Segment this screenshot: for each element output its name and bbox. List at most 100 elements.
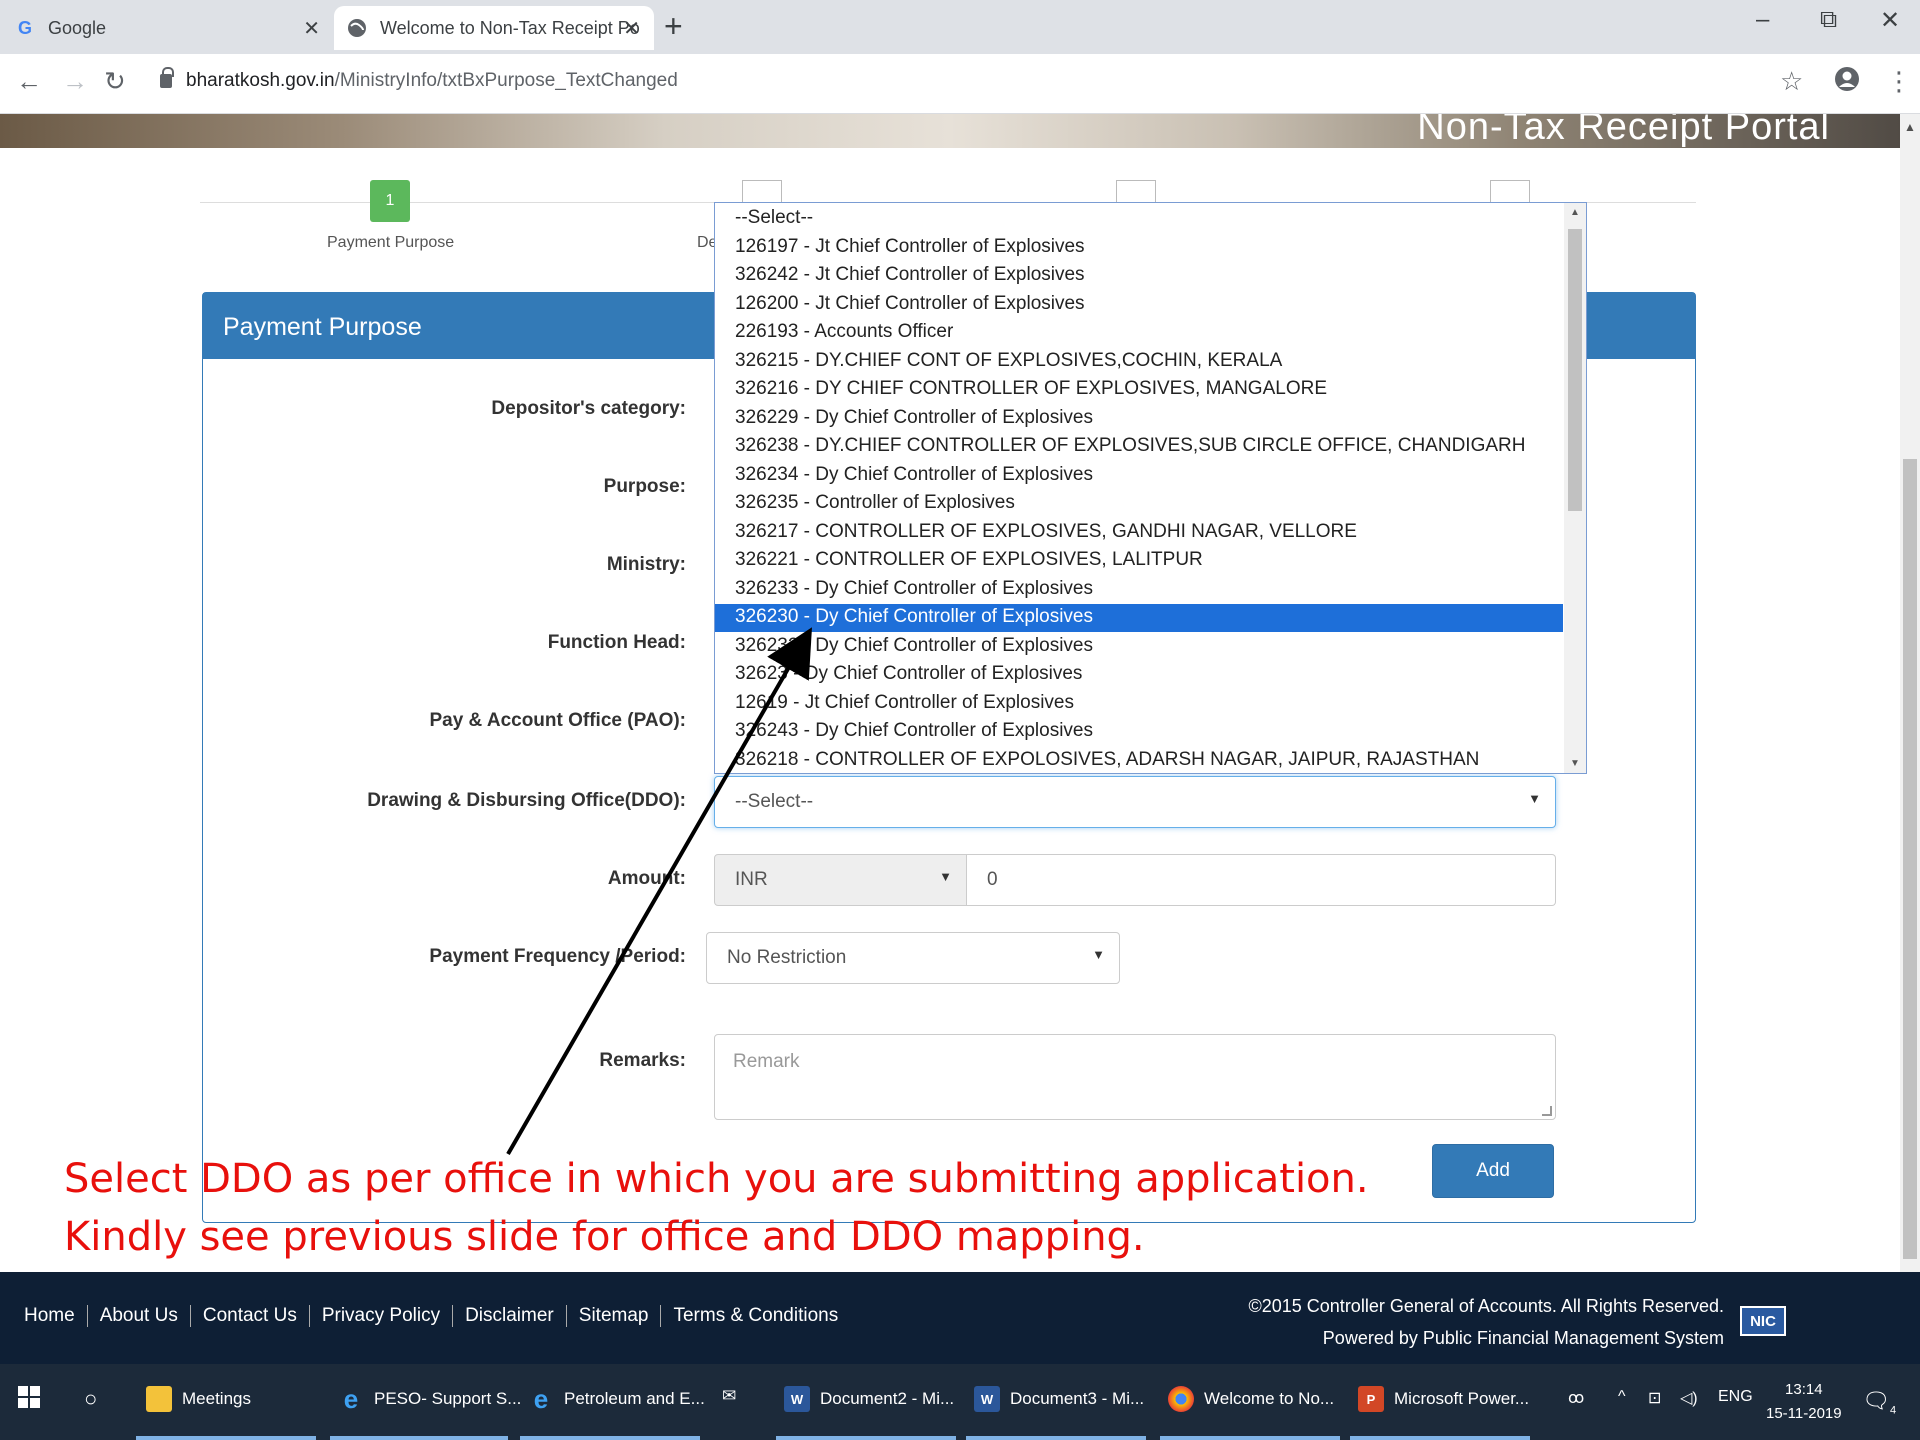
- currency-value: INR: [735, 869, 768, 890]
- footer-link[interactable]: About Us: [88, 1305, 191, 1327]
- dropdown-option[interactable]: 126200 - Jt Chief Controller of Explosiv…: [715, 291, 1563, 319]
- clock-time: 13:14: [1785, 1381, 1823, 1398]
- step-1-badge[interactable]: 1: [370, 180, 410, 222]
- footer-link[interactable]: Home: [24, 1305, 88, 1327]
- url-field[interactable]: bharatkosh.gov.in/MinistryInfo/txtBxPurp…: [160, 67, 678, 92]
- dropdown-option[interactable]: 326215 - DY.CHIEF CONT OF EXPLOSIVES,COC…: [715, 348, 1563, 376]
- taskbar-meetings[interactable]: Meetings: [146, 1386, 251, 1412]
- url-host: bharatkosh.gov.in: [186, 70, 335, 91]
- folder-icon: [146, 1386, 172, 1412]
- clock-date: 15-11-2019: [1766, 1405, 1842, 1422]
- payment-frequency-select[interactable]: No Restriction ▼: [706, 932, 1120, 984]
- dropdown-option[interactable]: 326234 - Dy Chief Controller of Explosiv…: [715, 462, 1563, 490]
- taskbar-active-indicator: [966, 1436, 1146, 1440]
- tab-title: Welcome to Non-Tax Receipt Po: [380, 17, 640, 38]
- payment-frequency-label: Payment Frequency /Period:: [429, 946, 686, 967]
- ie-icon: e: [343, 1383, 359, 1414]
- remarks-textarea[interactable]: Remark: [714, 1034, 1556, 1120]
- tab-google[interactable]: G Google ✕: [14, 6, 334, 50]
- page-scrollbar[interactable]: ▲: [1900, 114, 1920, 1280]
- dropdown-option[interactable]: 326238 - DY.CHIEF CONTROLLER OF EXPLOSIV…: [715, 433, 1563, 461]
- footer-link[interactable]: Disclaimer: [453, 1305, 567, 1327]
- taskbar-active-indicator: [520, 1436, 700, 1440]
- account-icon[interactable]: [1834, 66, 1860, 99]
- clock[interactable]: 13:14 15-11-2019: [1766, 1378, 1842, 1426]
- taskbar-document3[interactable]: W Document3 - Mi...: [974, 1386, 1144, 1412]
- dropdown-option[interactable]: 326218 - CONTROLLER OF EXPOLOSIVES, ADAR…: [715, 747, 1563, 774]
- taskbar-powerpoint[interactable]: P Microsoft Power...: [1358, 1386, 1529, 1412]
- ddo-select[interactable]: --Select-- ▼: [714, 776, 1556, 828]
- dropdown-option[interactable]: 12619 - Jt Chief Controller of Explosive…: [715, 690, 1563, 718]
- minimize-icon[interactable]: –: [1756, 6, 1769, 34]
- address-bar: ← → ↻ bharatkosh.gov.in/MinistryInfo/txt…: [0, 54, 1920, 114]
- language-indicator[interactable]: ENG: [1718, 1388, 1753, 1406]
- add-button[interactable]: Add: [1432, 1144, 1554, 1198]
- notification-icon[interactable]: 🗨4: [1862, 1388, 1896, 1416]
- restore-icon[interactable]: ⧉: [1820, 6, 1837, 34]
- browser-tab-bar: G Google ✕ Welcome to Non-Tax Receipt Po…: [0, 0, 1920, 54]
- scroll-up-icon[interactable]: ▲: [1570, 207, 1580, 218]
- scroll-thumb[interactable]: [1903, 459, 1917, 1259]
- windows-start-icon[interactable]: [18, 1386, 40, 1408]
- taskbar-peso[interactable]: e PESO- Support S...: [338, 1383, 522, 1414]
- scroll-up-icon[interactable]: ▲: [1904, 120, 1916, 134]
- dropdown-option[interactable]: 326229 - Dy Chief Controller of Explosiv…: [715, 405, 1563, 433]
- frequency-value: No Restriction: [727, 947, 847, 968]
- new-tab-icon[interactable]: +: [664, 8, 683, 45]
- portal-title: Non-Tax Receipt Portal: [1417, 114, 1830, 148]
- volume-icon[interactable]: ◁): [1680, 1388, 1698, 1408]
- resize-handle-icon[interactable]: [1542, 1106, 1552, 1116]
- notification-count: 4: [1889, 1404, 1897, 1417]
- dropdown-option[interactable]: 126197 - Jt Chief Controller of Explosiv…: [715, 234, 1563, 262]
- dropdown-option[interactable]: 32623 - Dy Chief Controller of Explosive…: [715, 661, 1563, 689]
- dropdown-option[interactable]: 326235 - Controller of Explosives: [715, 490, 1563, 518]
- ddo-select-value: --Select--: [735, 791, 814, 812]
- forward-icon[interactable]: →: [62, 66, 88, 97]
- footer-link[interactable]: Contact Us: [191, 1305, 310, 1327]
- amount-input[interactable]: 0: [967, 854, 1556, 906]
- star-icon[interactable]: ☆: [1780, 66, 1803, 97]
- taskbar-document2[interactable]: W Document2 - Mi...: [784, 1386, 954, 1412]
- taskbar-active-indicator: [1350, 1436, 1530, 1440]
- chevron-up-icon[interactable]: ^: [1618, 1388, 1626, 1406]
- footer-link[interactable]: Terms & Conditions: [661, 1305, 850, 1327]
- close-icon[interactable]: ✕: [303, 16, 320, 41]
- currency-select[interactable]: INR ▼: [714, 854, 967, 906]
- dropdown-option[interactable]: 326217 - CONTROLLER OF EXPLOSIVES, GANDH…: [715, 519, 1563, 547]
- reload-icon[interactable]: ↻: [104, 66, 126, 97]
- taskbar-active-indicator: [330, 1436, 508, 1440]
- dropdown-option[interactable]: 326221 - CONTROLLER OF EXPLOSIVES, LALIT…: [715, 547, 1563, 575]
- dropdown-option[interactable]: 326242 - Jt Chief Controller of Explosiv…: [715, 262, 1563, 290]
- annotation-line-1: Select DDO as per office in which you ar…: [64, 1156, 1369, 1202]
- dropdown-option[interactable]: 326230 - Dy Chief Controller of Explosiv…: [715, 604, 1563, 632]
- footer-link[interactable]: Privacy Policy: [310, 1305, 454, 1327]
- ddo-dropdown-list[interactable]: 326218 - CONTROLLER OF EXPOLOSIVES, ADAR…: [714, 202, 1587, 774]
- mail-icon[interactable]: ✉: [722, 1386, 736, 1406]
- back-icon[interactable]: ←: [16, 66, 42, 97]
- taskbar-petroleum[interactable]: e Petroleum and E...: [528, 1383, 705, 1414]
- word-icon: W: [974, 1386, 1000, 1412]
- menu-icon[interactable]: ⋮: [1886, 66, 1912, 97]
- scroll-down-icon[interactable]: ▼: [1570, 758, 1580, 769]
- dropdown-option[interactable]: 326243 - Dy Chief Controller of Explosiv…: [715, 718, 1563, 746]
- taskbar-chrome[interactable]: Welcome to No...: [1168, 1386, 1334, 1412]
- dropdown-option[interactable]: 226193 - Accounts Officer: [715, 319, 1563, 347]
- tab-bharatkosh[interactable]: Welcome to Non-Tax Receipt Po ✕: [334, 6, 654, 50]
- window-close-icon[interactable]: ✕: [1880, 6, 1900, 35]
- dropdown-option[interactable]: 326232 - Dy Chief Controller of Explosiv…: [715, 633, 1563, 661]
- network-icon[interactable]: ⊡: [1648, 1388, 1661, 1408]
- ddo-label: Drawing & Disbursing Office(DDO):: [367, 790, 686, 811]
- dropdown-scrollbar[interactable]: ▲ ▼: [1564, 203, 1586, 773]
- ie-icon: e: [533, 1383, 549, 1414]
- people-icon[interactable]: ꝏ: [1568, 1388, 1584, 1408]
- dropdown-option[interactable]: --Select--: [715, 205, 1563, 233]
- footer-link[interactable]: Sitemap: [567, 1305, 662, 1327]
- dropdown-option[interactable]: 326233 - Dy Chief Controller of Explosiv…: [715, 576, 1563, 604]
- step-1-label: Payment Purpose: [327, 234, 455, 251]
- google-icon: G: [17, 17, 32, 38]
- dropdown-scroll-thumb[interactable]: [1568, 229, 1582, 511]
- word-icon: W: [784, 1386, 810, 1412]
- dropdown-option[interactable]: 326216 - DY CHIEF CONTROLLER OF EXPLOSIV…: [715, 376, 1563, 404]
- close-icon[interactable]: ✕: [623, 16, 640, 41]
- search-icon[interactable]: ○: [84, 1386, 97, 1412]
